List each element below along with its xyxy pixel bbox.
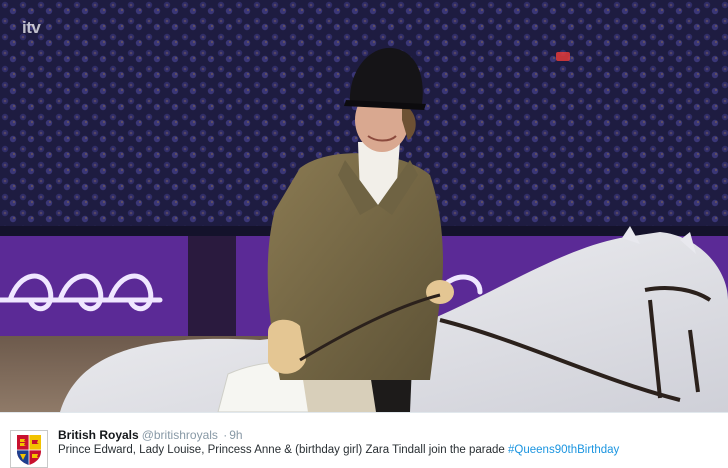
gloved-hand-right bbox=[426, 280, 454, 304]
tweet-media-image[interactable]: itv bbox=[0, 0, 728, 412]
royal-coat-of-arms-icon bbox=[11, 431, 47, 467]
tweet-text: Prince Edward, Lady Louise, Princess Ann… bbox=[58, 443, 619, 457]
author-avatar[interactable] bbox=[10, 430, 48, 468]
hashtag-link[interactable]: #Queens90thBirthday bbox=[508, 444, 619, 456]
gloved-hand-left bbox=[268, 319, 306, 374]
itv-watermark: itv bbox=[22, 18, 41, 37]
tweet-body: Prince Edward, Lady Louise, Princess Ann… bbox=[58, 444, 509, 456]
author-name[interactable]: British Royals bbox=[58, 428, 139, 442]
arena-banner-left bbox=[0, 236, 188, 336]
meta-separator: · bbox=[223, 428, 228, 442]
tweet-timestamp[interactable]: 9h bbox=[229, 428, 242, 442]
arena-scene bbox=[0, 0, 728, 412]
author-handle[interactable]: @britishroyals bbox=[142, 428, 218, 442]
tweet-header: British Royals @britishroyals · 9h bbox=[58, 428, 243, 442]
tweet-card: British Royals @britishroyals · 9h Prince … bbox=[0, 412, 728, 468]
